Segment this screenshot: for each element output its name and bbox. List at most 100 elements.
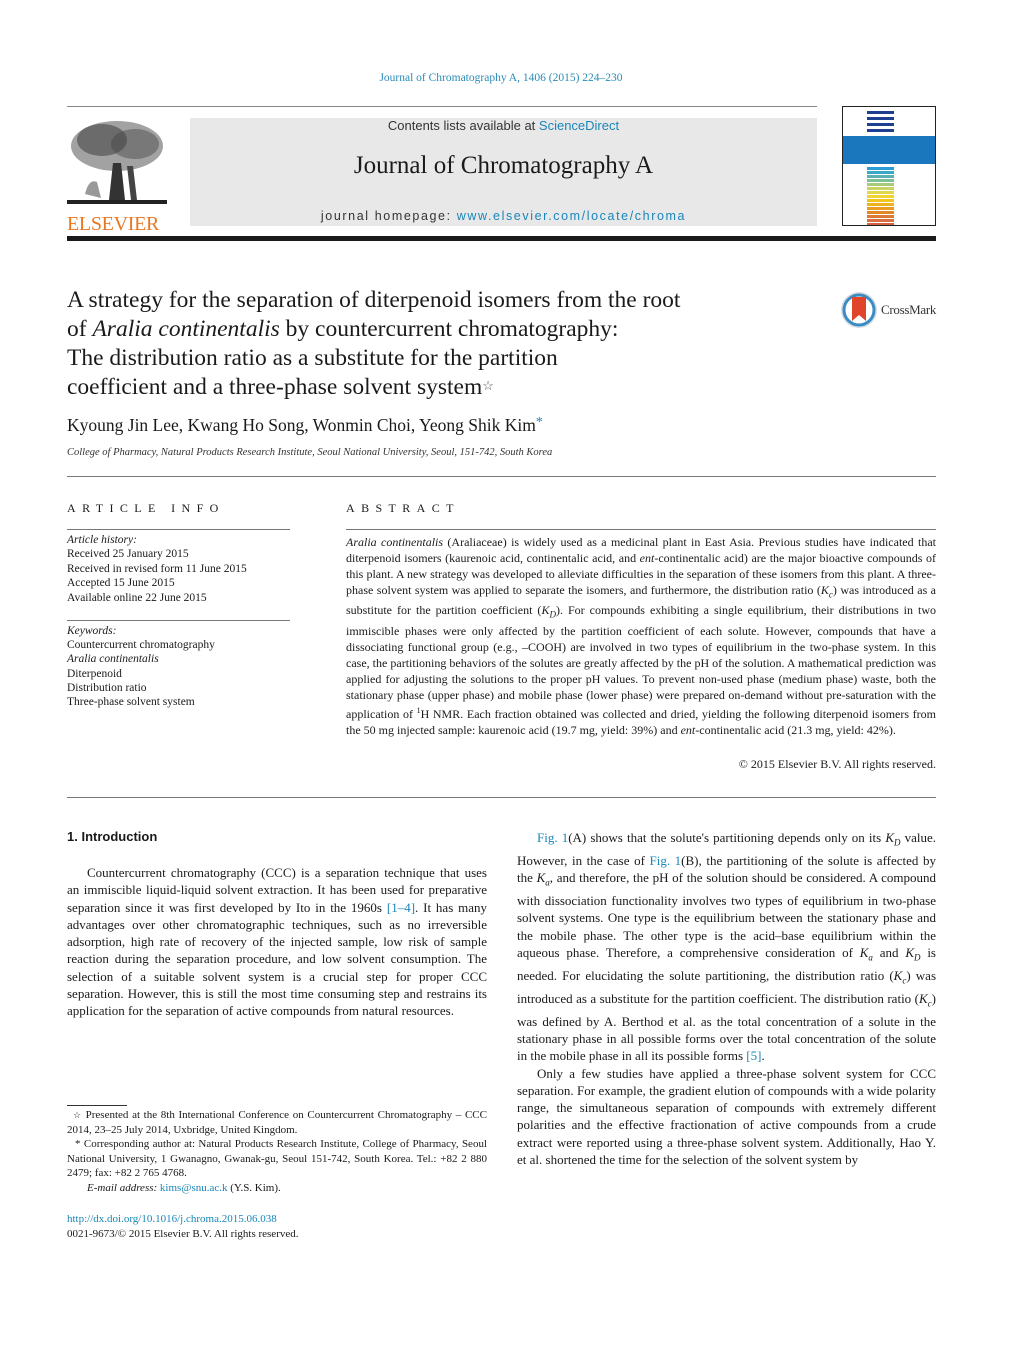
cover-stripe (867, 211, 894, 214)
title-species: Aralia continentalis (92, 316, 280, 342)
authors-text[interactable]: Kyoung Jin Lee, Kwang Ho Song, Wonmin Ch… (67, 415, 536, 435)
elsevier-tree-icon (67, 118, 167, 206)
abstract-text: Aralia continentalis (Araliaceae) is wid… (346, 534, 936, 738)
abstract-segment: -continentalic acid (21.3 mg, yield: 42%… (695, 722, 896, 737)
title-divider (67, 476, 936, 477)
journal-name: Journal of Chromatography A (353, 152, 654, 179)
k-symbol: K (905, 944, 914, 960)
abstract-divider (346, 529, 936, 530)
journal-reference[interactable]: Journal of Chromatography A, 1406 (2015)… (0, 72, 1002, 84)
email-link[interactable]: kims@snu.ac.k (160, 1182, 228, 1194)
cover-stripe (867, 111, 894, 114)
elsevier-logo[interactable]: ELSEVIER (67, 118, 167, 235)
keyword: Diterpenoid (67, 667, 122, 680)
cover-stripe (867, 223, 894, 225)
cover-stripe (867, 167, 894, 170)
header-thick-divider (67, 236, 936, 241)
cover-stripe (867, 215, 894, 218)
cover-stripe (867, 219, 894, 222)
journal-header-banner: Contents lists available at ScienceDirec… (190, 118, 817, 226)
title-text: coefficient and a three-phase solvent sy… (67, 374, 483, 400)
elsevier-wordmark: ELSEVIER (67, 213, 160, 235)
footnote-text: Corresponding author at: Natural Product… (67, 1138, 487, 1179)
title-text: by countercurrent chromatography: (279, 316, 619, 342)
cover-stripe (867, 117, 894, 120)
history-item: Available online 22 June 2015 (67, 591, 207, 604)
intro-left-column: Countercurrent chromatography (CCC) is a… (67, 864, 487, 1020)
article-info-heading: ARTICLE INFO (67, 501, 225, 515)
title-text: of (67, 316, 93, 342)
footnote-presented: ☆ Presented at the 8th International Con… (67, 1108, 487, 1137)
sciencedirect-link[interactable]: ScienceDirect (539, 118, 619, 133)
history-item: Received 25 January 2015 (67, 548, 189, 561)
section-heading-introduction: 1. Introduction (67, 829, 158, 844)
cover-stripe (867, 195, 894, 198)
title-line: of Aralia continentalis by countercurren… (67, 315, 807, 344)
copyright-notice: © 2015 Elsevier B.V. All rights reserved… (738, 757, 936, 771)
intro-segment: (A) shows that the solute's partitioning… (568, 830, 886, 845)
figure-link[interactable]: Fig. 1 (537, 830, 568, 845)
article-history: Article history: Received 25 January 201… (67, 533, 247, 605)
email-label: E-mail address: (87, 1181, 160, 1194)
keywords-divider (67, 620, 290, 621)
keywords: Keywords: Countercurrent chromatography … (67, 624, 215, 709)
figure-link[interactable]: Fig. 1 (649, 853, 681, 868)
cover-stripe (867, 123, 894, 126)
paragraph: Fig. 1(A) shows that the solute's partit… (517, 829, 936, 1065)
cover-stripe (867, 183, 894, 186)
intro-segment: and (872, 944, 906, 960)
crossmark-icon (841, 292, 877, 328)
abstract-ent: ent (639, 551, 655, 565)
cover-stripe (867, 175, 894, 178)
article-title: A strategy for the separation of diterpe… (67, 286, 807, 402)
corresponding-author-icon[interactable]: * (536, 415, 543, 430)
abstract-ent: ent (680, 722, 696, 737)
abstract-bottom-divider (67, 797, 936, 798)
footnote-text: Presented at the 8th International Confe… (67, 1109, 487, 1136)
cover-title-band (843, 136, 935, 164)
doi-link[interactable]: http://dx.doi.org/10.1016/j.chroma.2015.… (67, 1213, 277, 1225)
homepage-line: journal homepage: www.elsevier.com/locat… (190, 209, 817, 223)
cover-stripe (867, 129, 894, 132)
citation-link[interactable]: [5] (746, 1048, 761, 1063)
contents-line: Contents lists available at ScienceDirec… (190, 118, 817, 133)
citation-link[interactable]: [1–4] (387, 900, 415, 915)
title-footnote-star-icon[interactable]: ☆ (482, 378, 494, 393)
keyword: Aralia continentalis (67, 653, 159, 666)
cover-stripe (867, 199, 894, 202)
cover-stripe (867, 187, 894, 190)
history-item: Received in revised form 11 June 2015 (67, 562, 247, 575)
k-symbol: K (918, 990, 928, 1006)
crossmark-button[interactable]: CrossMark (840, 290, 940, 330)
intro-segment: . It has many advantages over other chro… (67, 899, 488, 1019)
title-line: The distribution ratio as a substitute f… (67, 345, 558, 371)
footnote-email: E-mail address: kims@snu.ac.k (Y.S. Kim)… (67, 1181, 487, 1196)
star-footnote-icon: ☆ (73, 1110, 82, 1120)
journal-cover-thumbnail[interactable] (842, 106, 936, 226)
kc-symbol: K (820, 583, 829, 597)
keywords-label: Keywords: (67, 625, 117, 637)
author-list: Kyoung Jin Lee, Kwang Ho Song, Wonmin Ch… (67, 415, 543, 436)
history-label: Article history: (67, 534, 137, 546)
intro-right-column: Fig. 1(A) shows that the solute's partit… (517, 829, 936, 1168)
title-line: coefficient and a three-phase solvent sy… (67, 373, 807, 402)
cover-stripe (867, 203, 894, 206)
footnote-corresponding: * Corresponding author at: Natural Produ… (67, 1137, 487, 1181)
history-item: Accepted 15 June 2015 (67, 577, 175, 590)
article-info-divider (67, 529, 290, 530)
abstract-segment: ). For compounds exhibiting a single equ… (346, 603, 936, 721)
footnote-divider (67, 1105, 127, 1106)
k-symbol: K (885, 830, 894, 845)
cover-stripe (867, 171, 894, 174)
issn-copyright: 0021-9673/© 2015 Elsevier B.V. All right… (67, 1227, 299, 1240)
homepage-link[interactable]: www.elsevier.com/locate/chroma (457, 209, 686, 223)
affiliation: College of Pharmacy, Natural Products Re… (67, 447, 553, 458)
cover-stripe (867, 179, 894, 182)
doi-block: http://dx.doi.org/10.1016/j.chroma.2015.… (67, 1212, 299, 1241)
keyword: Three-phase solvent system (67, 696, 195, 709)
cover-stripe (867, 207, 894, 210)
k-symbol: K (536, 870, 546, 886)
top-divider (67, 106, 817, 107)
keyword: Distribution ratio (67, 681, 147, 694)
homepage-prefix: journal homepage: (320, 209, 457, 223)
